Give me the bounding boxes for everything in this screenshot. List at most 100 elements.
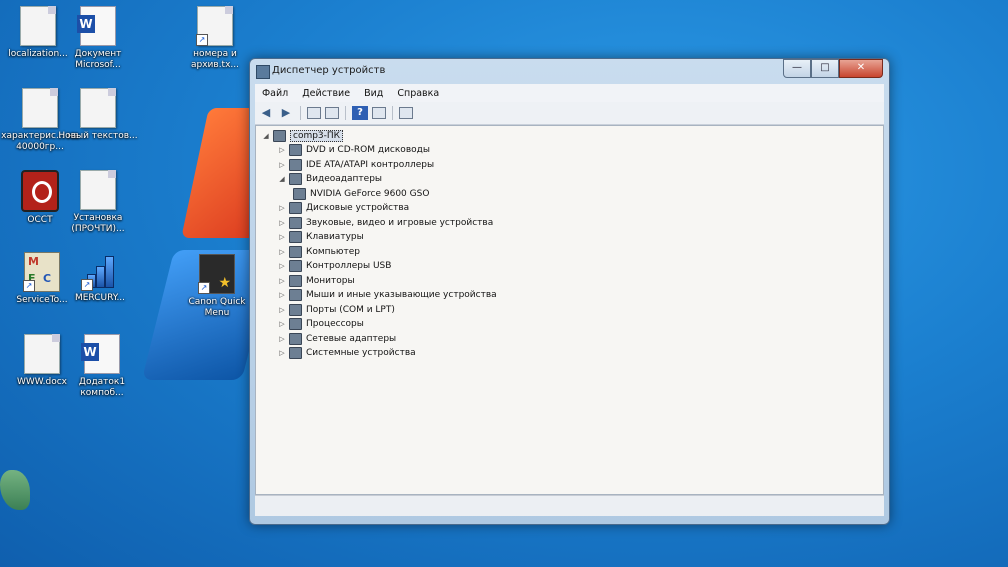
collapse-arrow-icon[interactable]: ◢ xyxy=(262,132,270,140)
scan-hardware-changes-icon[interactable] xyxy=(399,107,413,119)
tree-node-label: Порты (COM и LPT) xyxy=(306,304,395,315)
tree-node-network[interactable]: ▷ Сетевые адаптеры xyxy=(278,332,396,346)
word-document-icon xyxy=(77,6,116,46)
text-file-icon xyxy=(80,170,116,210)
tree-node-usb[interactable]: ▷ Контроллеры USB xyxy=(278,259,391,273)
desktop-icon-new-text[interactable]: Новый текстов... xyxy=(56,88,140,142)
expand-arrow-icon[interactable]: ▷ xyxy=(278,262,286,270)
tree-node-system[interactable]: ▷ Системные устройства xyxy=(278,346,416,360)
desktop-icon-addendum[interactable]: Додаток1 компоб... xyxy=(60,334,144,399)
mouse-icon xyxy=(289,289,302,301)
expand-arrow-icon[interactable]: ▷ xyxy=(278,291,286,299)
menu-file[interactable]: Файл xyxy=(255,88,295,99)
maximize-button[interactable]: □ xyxy=(811,59,839,78)
tree-node-nvidia[interactable]: NVIDIA GeForce 9600 GSO xyxy=(293,187,429,201)
desktop-icon-label: Додаток1 компоб... xyxy=(78,377,126,398)
text-file-icon: ↗ xyxy=(196,6,233,46)
usb-icon xyxy=(289,260,302,272)
tree-node-mice[interactable]: ▷ Мыши и иные указывающие устройства xyxy=(278,288,497,302)
desktop-icon-label: Новый текстов... xyxy=(58,131,138,141)
toolbar-separator xyxy=(300,106,301,120)
details-view-icon[interactable] xyxy=(372,107,386,119)
display-adapter-icon xyxy=(289,173,302,185)
back-button[interactable]: ◀ xyxy=(258,106,274,120)
system-device-icon xyxy=(289,347,302,359)
mercury-icon: ↗ xyxy=(81,252,117,291)
tree-node-label: Компьютер xyxy=(306,246,360,257)
desktop-icon-label: Установка (ПРОЧТИ)... xyxy=(71,213,125,234)
properties-icon[interactable] xyxy=(325,107,339,119)
tree-node-label: Клавиатуры xyxy=(306,232,364,242)
forward-button[interactable]: ▶ xyxy=(278,106,294,120)
tree-node-keyboards[interactable]: ▷ Клавиатуры xyxy=(278,230,364,244)
help-icon[interactable]: ? xyxy=(352,106,368,120)
expand-arrow-icon[interactable]: ▷ xyxy=(278,146,286,154)
disk-drive-icon xyxy=(289,202,302,214)
close-button[interactable]: ✕ xyxy=(839,59,883,78)
expand-arrow-icon[interactable]: ▷ xyxy=(278,233,286,241)
expand-arrow-icon[interactable]: ▷ xyxy=(278,161,286,169)
dvd-drive-icon xyxy=(289,144,302,156)
collapse-arrow-icon[interactable]: ◢ xyxy=(278,175,286,183)
document-icon xyxy=(24,334,60,374)
tree-node-processors[interactable]: ▷ Процессоры xyxy=(278,317,364,331)
title-bar[interactable]: Диспетчер устройств — □ ✕ xyxy=(250,59,889,83)
desktop-icon-word-document[interactable]: Документ Microsof... xyxy=(56,6,140,71)
expand-arrow-icon[interactable]: ▷ xyxy=(278,248,286,256)
desktop-icon-numbers-archive[interactable]: ↗ номера и архив.tx... xyxy=(173,6,257,71)
document-icon xyxy=(20,6,56,46)
keyboard-icon xyxy=(289,231,302,243)
desktop-icon-label: номера и архив.tx... xyxy=(190,49,239,70)
toolbar-separator xyxy=(345,106,346,120)
tree-node-label: Мыши и иные указывающие устройства xyxy=(306,290,497,300)
device-manager-icon xyxy=(256,65,270,79)
tree-node-label: DVD и CD-ROM дисководы xyxy=(306,145,430,155)
window-title: Диспетчер устройств xyxy=(272,65,386,76)
tree-node-label: Мониторы xyxy=(306,275,355,286)
tree-node-computer[interactable]: ▷ Компьютер xyxy=(278,245,360,259)
menu-view[interactable]: Вид xyxy=(357,88,390,99)
tree-node-label: Системные устройства xyxy=(306,348,416,358)
expand-arrow-icon[interactable]: ▷ xyxy=(278,277,286,285)
expand-arrow-icon[interactable]: ▷ xyxy=(278,306,286,314)
tree-node-sound[interactable]: ▷ Звуковые, видео и игровые устройства xyxy=(278,216,493,230)
desktop-icon-label: Документ Microsof... xyxy=(74,49,122,70)
tree-node-monitors[interactable]: ▷ Мониторы xyxy=(278,274,355,288)
monitor-icon xyxy=(289,274,302,287)
computer-icon xyxy=(273,130,286,142)
menu-help[interactable]: Справка xyxy=(390,88,446,99)
desktop-icon-canon-quick-menu[interactable]: ↗ Canon Quick Menu xyxy=(175,254,259,319)
status-bar xyxy=(255,495,884,516)
tree-node-video-adapters[interactable]: ◢ Видеоадаптеры xyxy=(278,172,382,186)
speaker-icon xyxy=(289,216,302,229)
device-tree-pane[interactable]: ◢ comp3-ПК ▷ DVD и CD-ROM дисководы ▷ ID… xyxy=(255,125,884,495)
tree-node-label: Дисковые устройства xyxy=(306,203,410,213)
port-icon xyxy=(289,303,302,316)
expand-arrow-icon[interactable]: ▷ xyxy=(278,204,286,212)
tree-node-label: Контроллеры USB xyxy=(306,261,392,271)
expand-arrow-icon[interactable]: ▷ xyxy=(278,320,286,328)
tree-node-label: Звуковые, видео и игровые устройства xyxy=(306,217,494,228)
canon-icon: ↗ xyxy=(198,254,235,294)
desktop-icon-mercury[interactable]: ↗ MERCURY... xyxy=(58,252,142,304)
tree-root[interactable]: ◢ comp3-ПК xyxy=(262,129,344,143)
desktop-icon-install-readme[interactable]: Установка (ПРОЧТИ)... xyxy=(56,170,140,235)
text-file-icon xyxy=(80,88,116,128)
expand-arrow-icon[interactable]: ▷ xyxy=(278,219,286,227)
show-hide-console-tree-icon[interactable] xyxy=(307,107,321,119)
menu-action[interactable]: Действие xyxy=(295,88,357,99)
window-controls: — □ ✕ xyxy=(783,59,883,78)
minimize-button[interactable]: — xyxy=(783,59,811,78)
tree-node-disk-drives[interactable]: ▷ Дисковые устройства xyxy=(278,201,409,215)
tree-node-label: IDE ATA/ATAPI контроллеры xyxy=(306,159,435,170)
tree-node-ide[interactable]: ▷ IDE ATA/ATAPI контроллеры xyxy=(278,158,434,172)
tree-node-dvd[interactable]: ▷ DVD и CD-ROM дисководы xyxy=(278,143,430,157)
expand-arrow-icon[interactable]: ▷ xyxy=(278,349,286,357)
menu-bar: Файл Действие Вид Справка xyxy=(255,84,884,103)
expand-arrow-icon[interactable]: ▷ xyxy=(278,335,286,343)
tree-node-ports[interactable]: ▷ Порты (COM и LPT) xyxy=(278,303,395,317)
toolbar: ◀ ▶ ? xyxy=(255,102,884,125)
ide-controller-icon xyxy=(289,158,302,171)
desktop-leaf-decoration xyxy=(0,470,30,510)
toolbar-separator xyxy=(392,106,393,120)
